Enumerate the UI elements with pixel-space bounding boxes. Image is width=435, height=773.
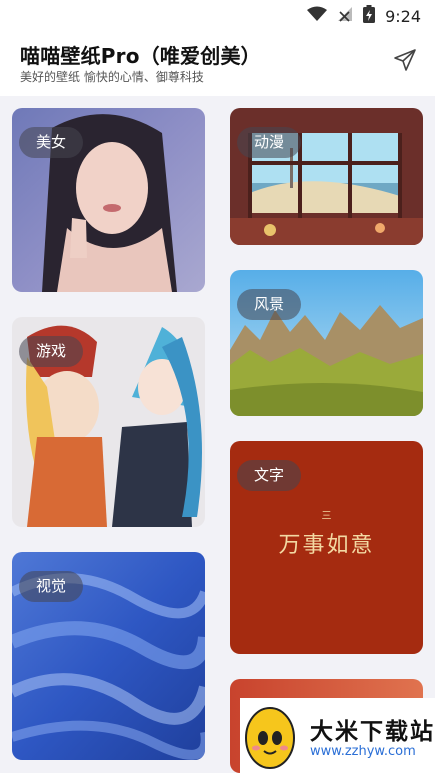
battery-charging-icon	[363, 5, 376, 27]
category-label: 游戏	[19, 336, 84, 367]
share-button[interactable]	[391, 48, 419, 76]
app-title: 喵喵壁纸Pro（唯爱创美）	[20, 44, 261, 68]
status-time: 9:24	[385, 6, 421, 26]
category-card-beauty[interactable]: 美女	[12, 108, 205, 292]
category-card-text[interactable]: 三 万事如意 文字	[230, 441, 423, 654]
category-label: 动漫	[237, 127, 302, 158]
category-label: 文字	[237, 460, 302, 491]
seal-mark: 三	[321, 511, 332, 522]
app-header: 喵喵壁纸Pro（唯爱创美） 美好的壁纸 愉快的心情、御尊科技	[0, 30, 435, 96]
watermark-banner: 大米下载站 www.zzhyw.com	[240, 698, 435, 773]
category-card-anime[interactable]: 动漫	[230, 108, 423, 245]
no-signal-icon	[337, 6, 353, 26]
category-card-scenery[interactable]: 风景	[230, 270, 423, 416]
category-card-game[interactable]: 游戏	[12, 317, 205, 527]
paper-plane-icon	[393, 48, 417, 76]
text-artwork: 万事如意	[278, 533, 375, 558]
watermark-name: 大米下载站	[310, 719, 435, 745]
watermark-logo	[244, 704, 296, 770]
app-subtitle: 美好的壁纸 愉快的心情、御尊科技	[20, 70, 204, 84]
category-label: 视觉	[19, 571, 84, 602]
status-bar: 9:24	[0, 0, 435, 30]
category-label: 美女	[19, 127, 84, 158]
watermark-url: www.zzhyw.com	[310, 744, 416, 759]
category-card-visual[interactable]: 视觉	[12, 552, 205, 760]
category-label: 风景	[237, 289, 302, 320]
wifi-icon	[307, 6, 328, 26]
